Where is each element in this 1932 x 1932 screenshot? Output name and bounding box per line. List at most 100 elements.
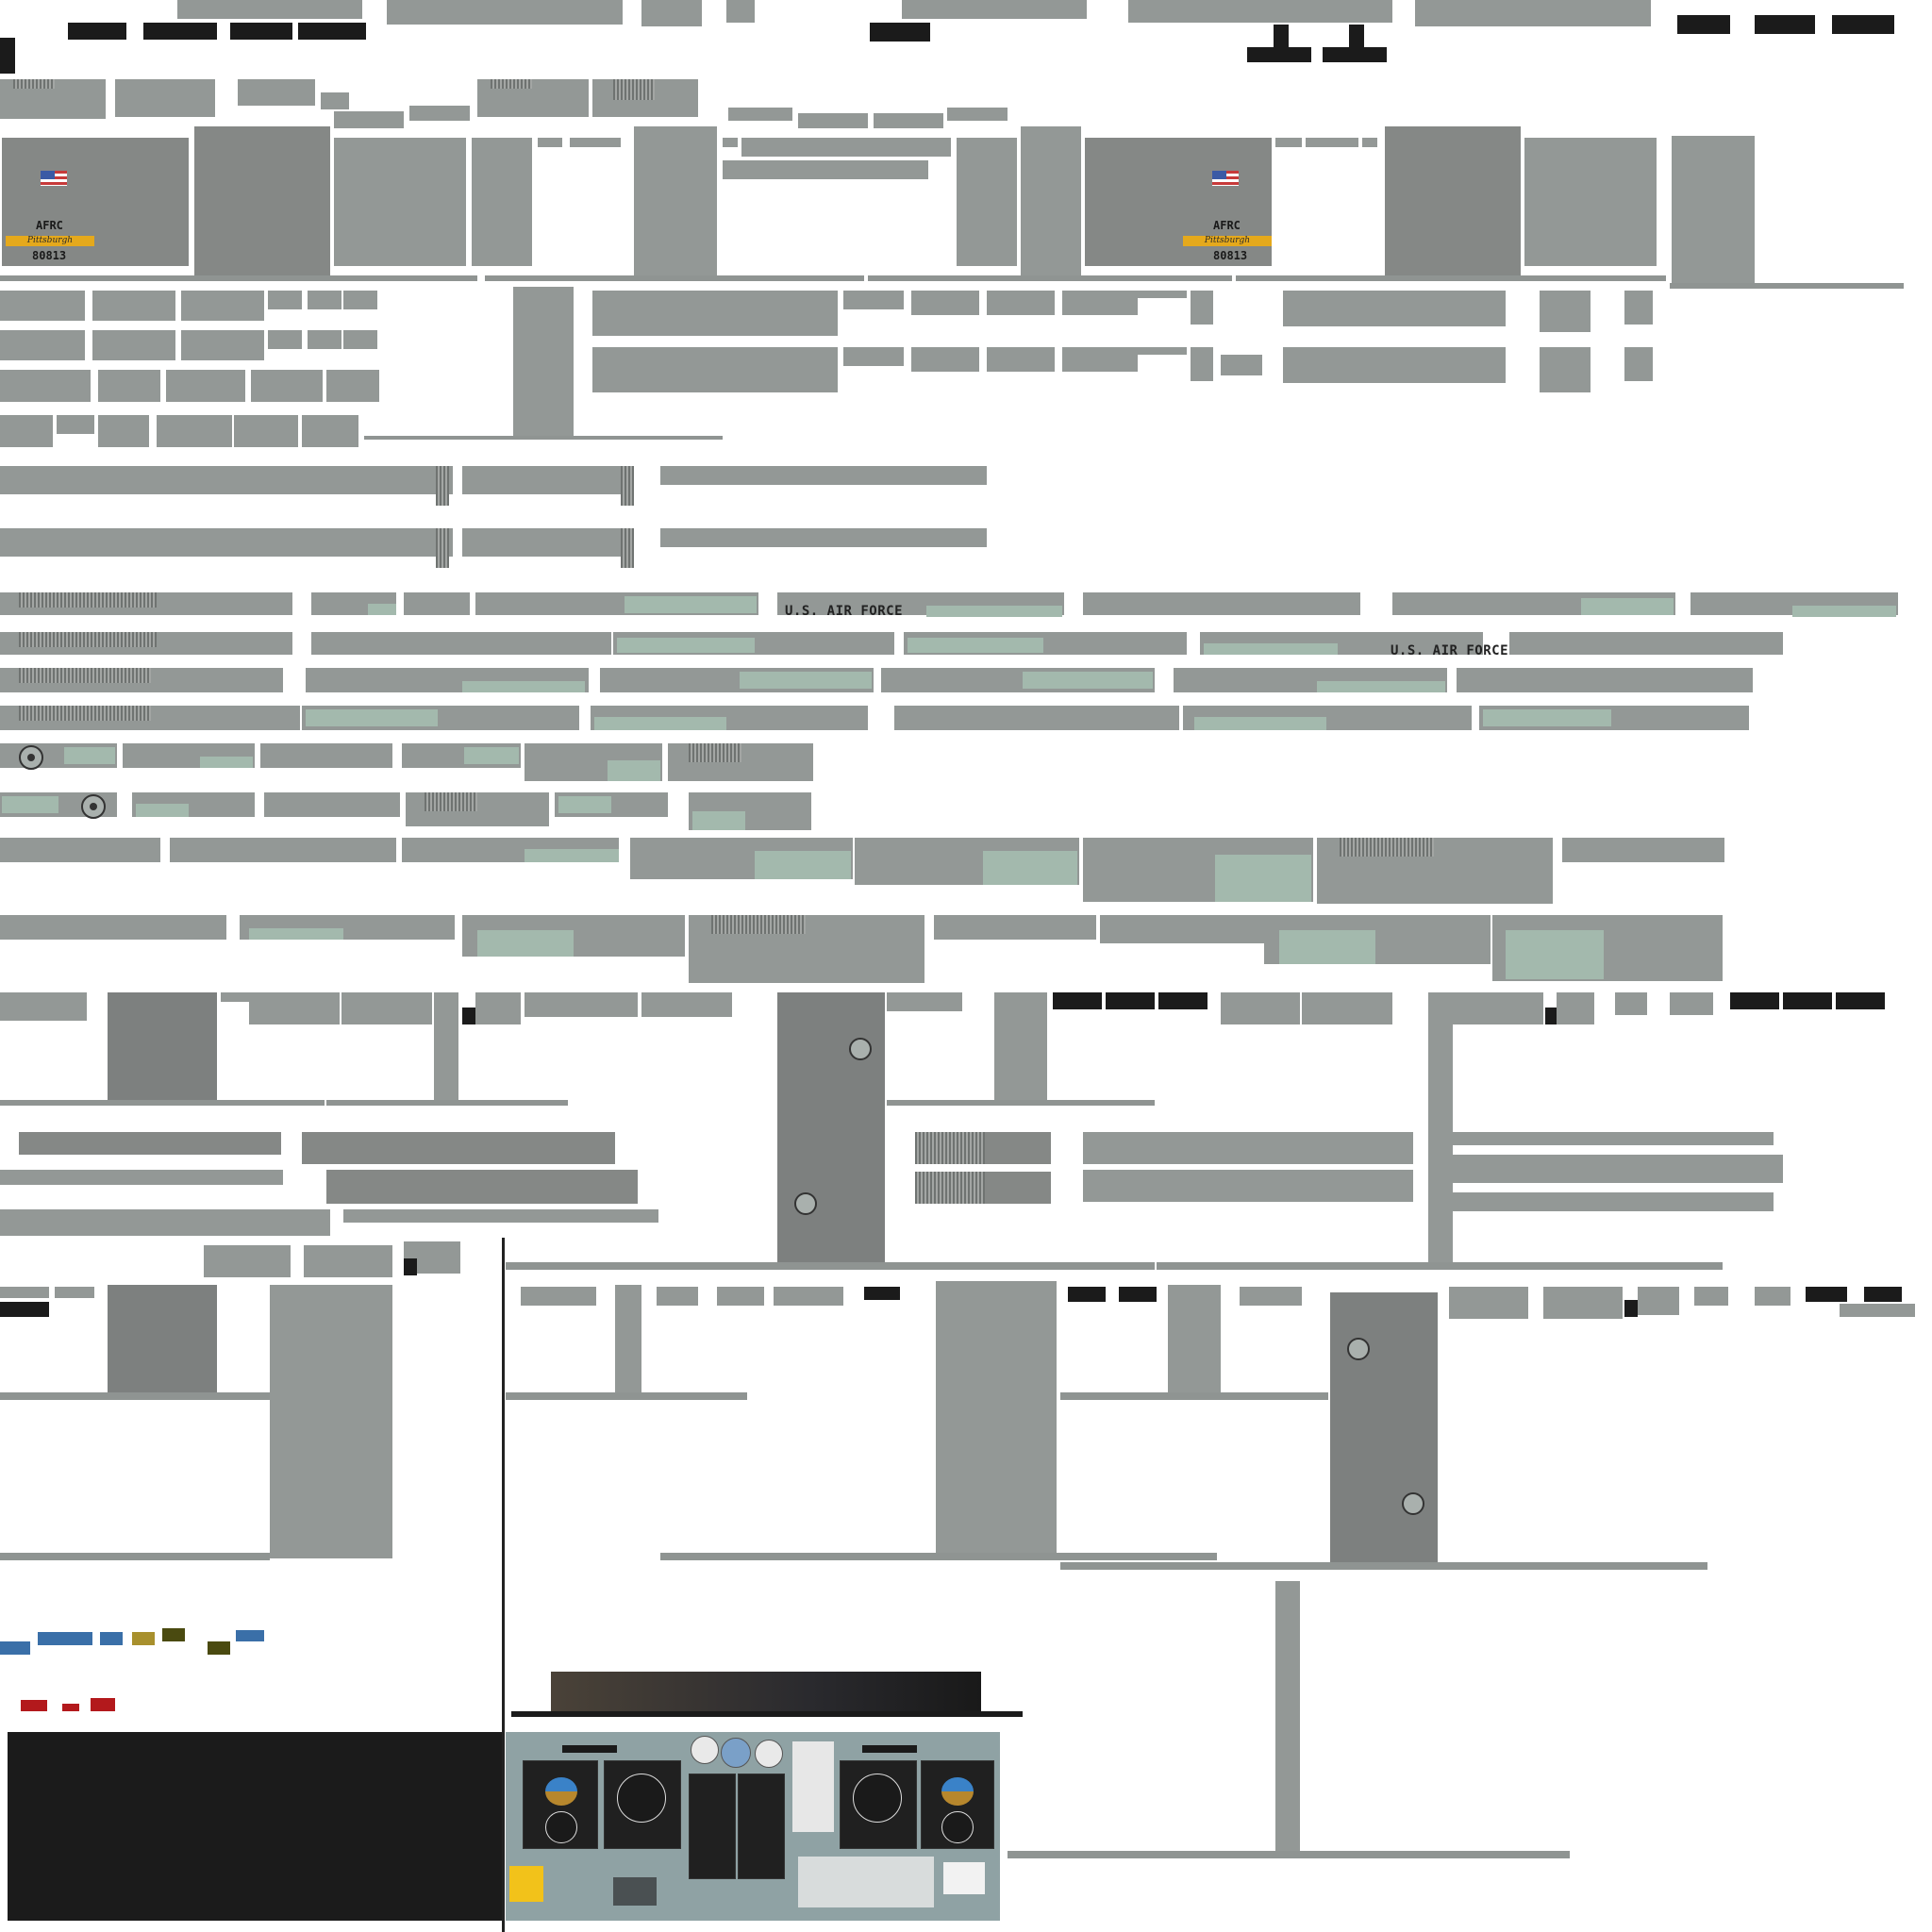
skin-panel [1191,347,1213,381]
skin-panel [304,1245,392,1277]
color-swatch [91,1698,115,1711]
skin-panel [1283,291,1506,326]
black-fitting [230,23,292,40]
propeller-hub-icon [1347,1338,1370,1360]
accent-strip [1279,930,1375,964]
skin-panel [570,138,621,147]
bracket-part [57,415,94,434]
vent-grille [436,528,449,568]
fuselage-strip [1083,592,1360,615]
center-panel [792,1741,834,1832]
wing-panel [270,1285,392,1558]
top-strip-panel [1415,0,1651,26]
black-fitting [1349,25,1364,51]
skin-panel [798,113,868,128]
skin-panel [1453,1192,1774,1211]
skin-panel [521,1287,596,1306]
hsi-icon [941,1811,974,1843]
skin-panel [1453,1155,1783,1183]
divider-line [1060,1562,1707,1570]
annunciator-strip [862,1745,917,1753]
skin-panel [1453,992,1543,1024]
wing-panel [108,992,217,1102]
black-fitting [404,1258,417,1275]
divider-line [485,275,864,281]
adi-icon [545,1777,577,1806]
accent-strip [1215,855,1311,902]
accent-strip [558,796,611,813]
rudder-panel [194,126,330,275]
detail-parts-row [462,466,623,494]
engine-gauges [738,1774,785,1879]
bracket-part [0,291,85,321]
accent-strip [1194,717,1326,730]
propeller-hub-icon [1402,1492,1424,1515]
skin-panel [1540,291,1591,332]
skin-panel [1221,992,1300,1024]
rudder-panel [1385,126,1521,275]
skin-panel [1449,1287,1528,1319]
bracket-part [92,330,175,360]
bracket-part [181,330,264,360]
black-fitting [1836,992,1885,1009]
skin-panel [1221,355,1262,375]
skin-panel [334,111,404,128]
black-fitting [1624,1300,1638,1317]
fuselage-strip [404,592,470,615]
black-fitting [1783,992,1832,1009]
hsi-icon [617,1774,666,1823]
skin-panel [887,992,962,1011]
skin-panel [1670,992,1713,1015]
skin-panel [947,108,1008,121]
skin-panel [1624,291,1653,325]
rudder-panel [1672,136,1755,287]
skin-panel [0,1287,49,1298]
top-strip-panel [177,0,362,19]
divider-line [0,275,477,281]
strut-panel [615,1285,641,1394]
divider-line [0,1392,270,1400]
skin-panel [987,347,1055,372]
accent-strip [1792,606,1896,617]
skin-panel [1083,1170,1413,1202]
skin-panel [341,992,432,1024]
stabilizer-panel [334,138,466,266]
vent-grille [436,466,449,506]
bracket-part [181,291,264,321]
skin-panel [843,347,904,366]
accent-strip [368,604,396,615]
accent-strip [1317,681,1445,692]
divider-line [1157,1262,1723,1270]
fuselage-strip [934,915,1096,940]
detail-parts-row [462,528,623,557]
rudder-panel [634,126,717,275]
skin-panel [874,113,943,128]
hsi-icon [853,1774,902,1823]
usaf-marking: U.S. AIR FORCE [1391,643,1509,658]
skin-panel [249,992,340,1024]
top-strip-panel [387,0,623,25]
black-fitting [870,23,930,42]
vent-grille [19,592,157,608]
skin-panel [911,347,979,372]
skin-panel [1240,1287,1302,1306]
color-swatch [0,1641,30,1655]
sheet-divider [502,1238,505,1932]
skin-panel [238,79,315,106]
vent-grille [621,528,634,568]
accent-strip [926,606,1062,617]
accent-strip [462,681,585,692]
city-stripe: Pittsburgh [1183,236,1272,246]
strut-panel [1168,1285,1221,1394]
standby-attitude-icon [721,1738,751,1768]
divider-line [1670,283,1904,289]
strut-panel [994,992,1047,1102]
skin-panel [1362,138,1377,147]
warning-placard [509,1866,543,1902]
black-fitting [143,23,217,40]
photo-texture [551,1672,981,1711]
fuselage-strip [1457,668,1753,692]
skin-panel [538,138,562,147]
usaf-roundel-icon [19,745,43,770]
skin-panel [987,291,1055,315]
